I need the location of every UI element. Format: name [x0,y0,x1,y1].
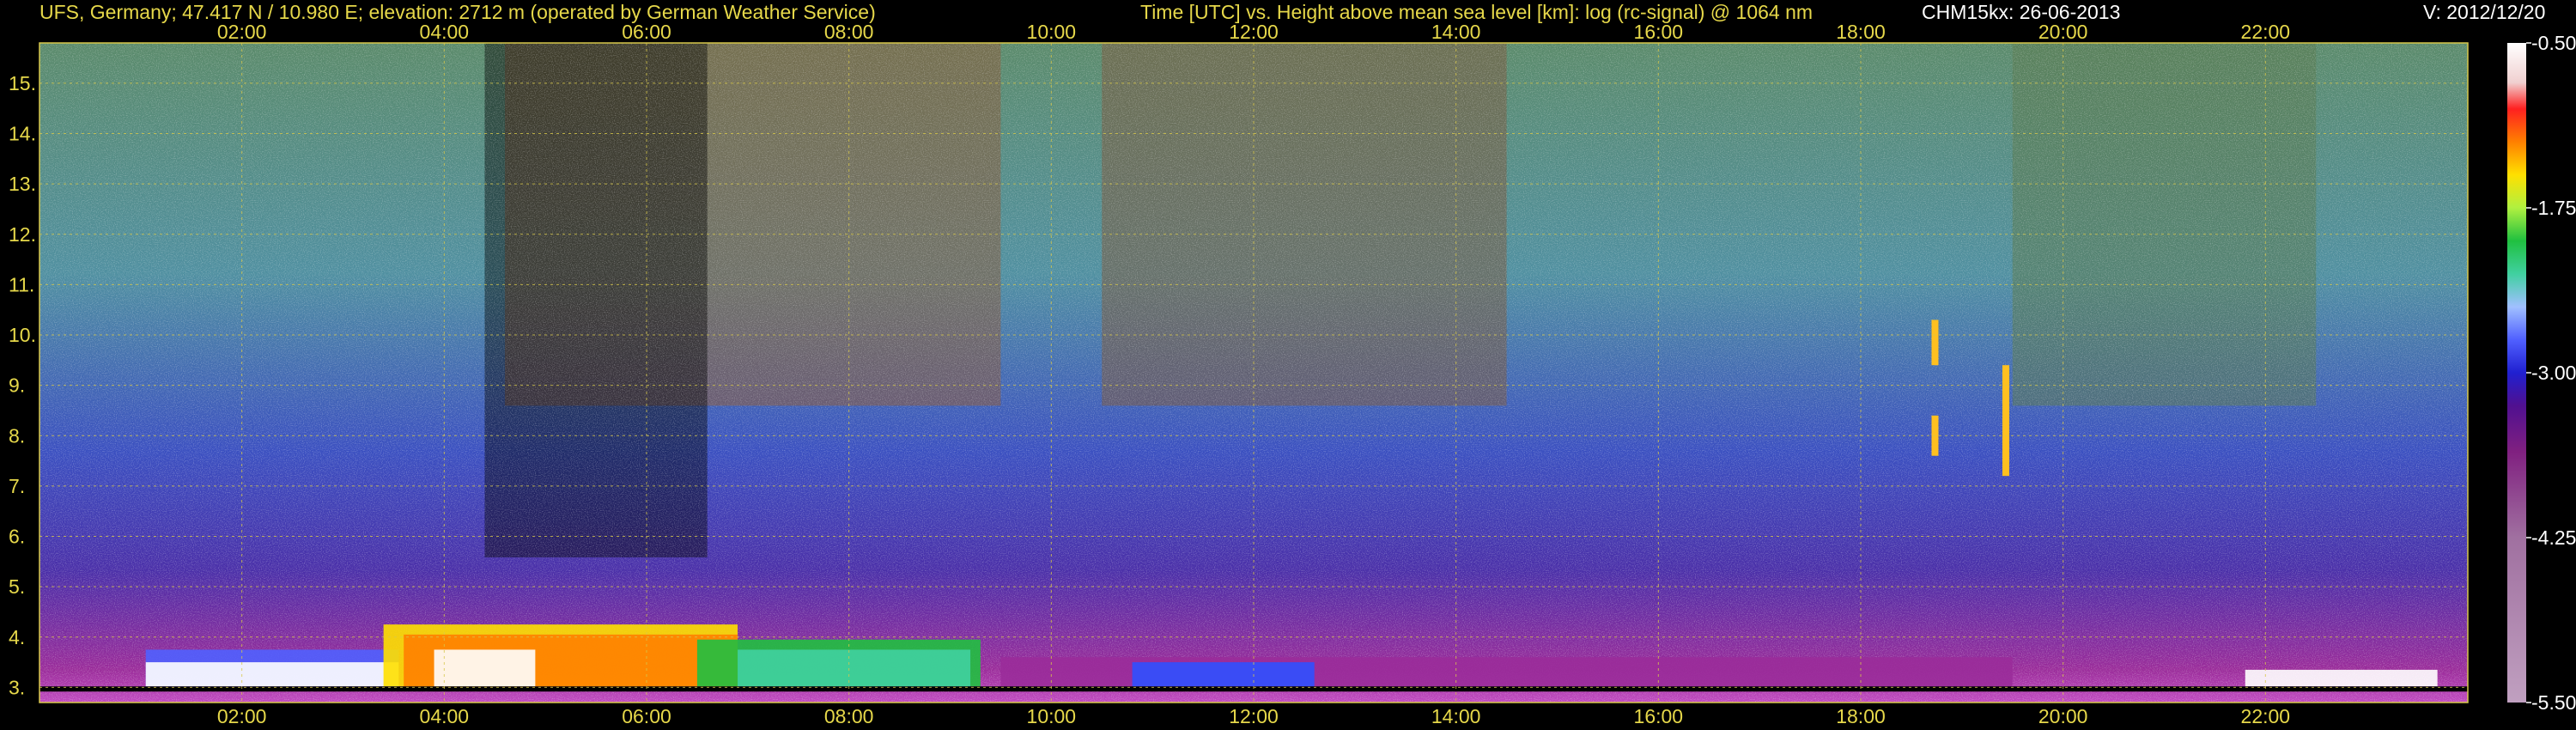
colorbar-tick-label: -4.25 [2531,526,2576,549]
boundary-layer-signal [738,649,971,687]
x-tick-label-bottom: 08:00 [824,705,874,727]
x-tick-label-top: 06:00 [622,21,671,43]
y-tick-label: 13. [9,173,36,195]
ceilometer-chart: 02:00 02:00 04:00 04:00 06:00 06:00 08:00 08:00… [9,21,2576,727]
cloud-signal [1931,319,1939,366]
x-tick-label-bottom: 22:00 [2241,705,2291,727]
x-tick-label-bottom: 20:00 [2038,705,2088,727]
colorbar-tick-label: -3.00 [2531,362,2576,384]
x-tick-label-top: 22:00 [2241,21,2291,43]
boundary-layer-signal [2245,669,2438,687]
y-tick-label: 14. [9,123,36,145]
y-tick-label: 9. [9,374,25,397]
y-tick-label: 5. [9,575,25,598]
colorbar-tick-label: -0.50 [2531,32,2576,54]
y-tick-label: 11. [9,273,34,295]
x-tick-label-top: 12:00 [1229,21,1279,43]
x-tick-label-bottom: 16:00 [1634,705,1684,727]
boundary-layer-signal [1132,662,1315,687]
x-tick-label-top: 04:00 [420,21,470,43]
x-tick-label-top: 18:00 [1836,21,1886,43]
x-tick-label-bottom: 04:00 [420,705,470,727]
x-tick-label-bottom: 18:00 [1836,705,1886,727]
y-tick-label: 10. [9,324,36,346]
colorbar [2507,43,2526,703]
x-tick-label-top: 20:00 [2038,21,2088,43]
x-tick-label-bottom: 06:00 [622,705,671,727]
x-tick-label-top: 16:00 [1634,21,1684,43]
x-tick-label-bottom: 02:00 [217,705,267,727]
x-tick-label-bottom: 14:00 [1431,705,1481,727]
x-tick-label-bottom: 10:00 [1027,705,1077,727]
colorbar-tick-label: -5.50 [2531,691,2576,714]
x-tick-label-top: 14:00 [1431,21,1481,43]
y-tick-label: 7. [9,475,25,497]
y-tick-label: 12. [9,223,36,246]
x-tick-label-bottom: 12:00 [1229,705,1279,727]
y-tick-label: 15. [9,72,36,94]
x-tick-label-top: 10:00 [1027,21,1077,43]
y-tick-label: 3. [9,676,25,698]
colorbar-tick-label: -1.75 [2531,197,2576,219]
boundary-layer-signal [145,662,399,687]
y-tick-label: 6. [9,526,25,548]
boundary-layer-signal [434,649,536,687]
x-tick-label-top: 08:00 [824,21,874,43]
cloud-signal [2002,365,2009,477]
y-tick-label: 4. [9,626,25,648]
y-tick-label: 8. [9,424,25,447]
x-tick-label-top: 02:00 [217,21,267,43]
